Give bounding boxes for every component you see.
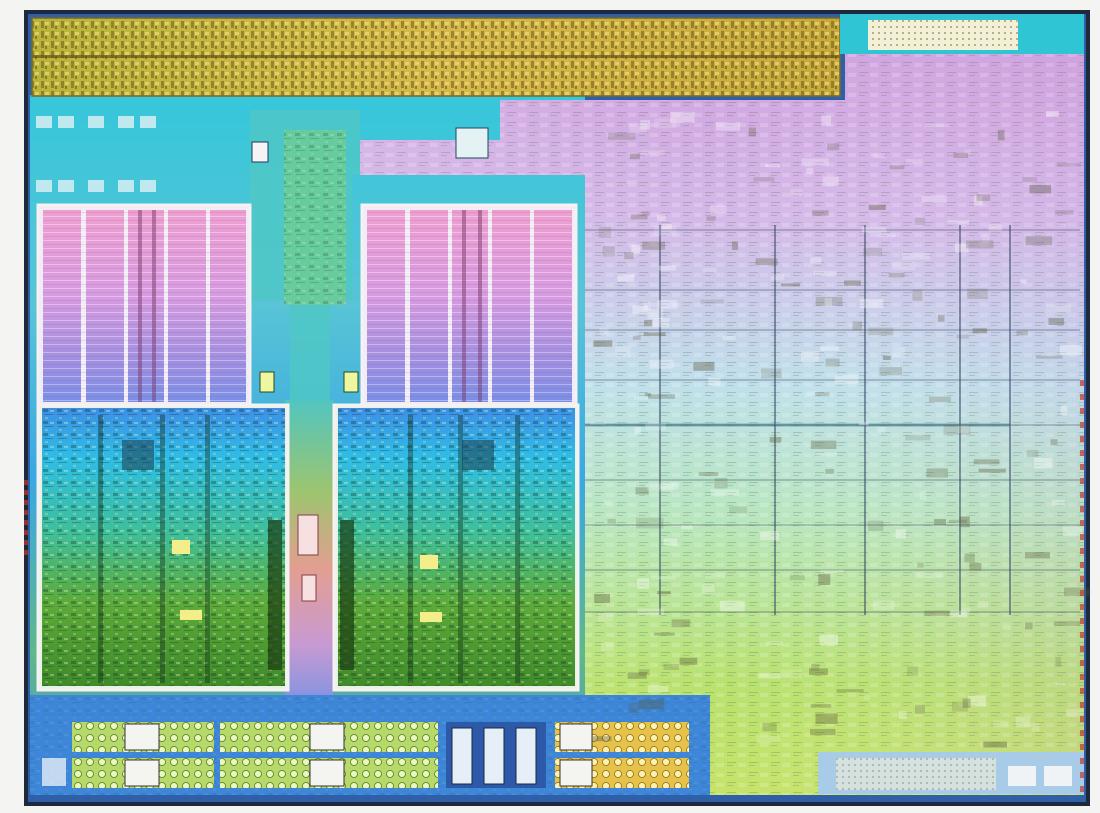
die-svg [0, 0, 1100, 813]
die-photo [0, 0, 1100, 813]
